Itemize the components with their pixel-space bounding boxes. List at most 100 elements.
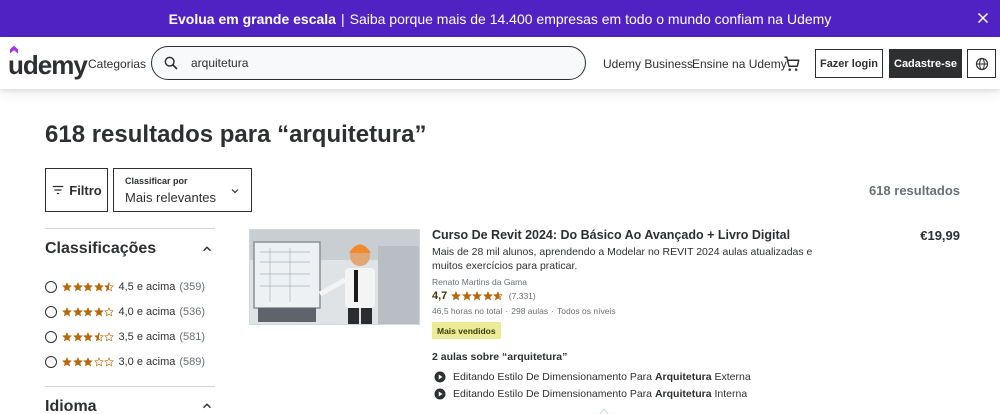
course-thumbnail[interactable]	[249, 229, 420, 325]
rating-filter-count: (581)	[179, 331, 206, 343]
rating-stars	[62, 307, 115, 317]
radio-button[interactable]	[45, 306, 57, 318]
course-description: Mais de 28 mil alunos, aprendendo a Mode…	[432, 246, 813, 272]
star-empty-icon	[93, 357, 104, 367]
star-half-icon	[93, 332, 104, 342]
rating-filter-label: 4,5 e acima	[118, 281, 176, 293]
star-empty-icon	[104, 332, 114, 342]
star-full-icon	[72, 282, 83, 292]
lesson-item[interactable]: Editando Estilo De Dimensionamento Para …	[434, 371, 751, 383]
sidebar-divider	[45, 228, 215, 229]
language-button[interactable]	[967, 49, 996, 78]
star-full-icon	[62, 307, 72, 317]
star-full-icon	[72, 332, 83, 342]
rating-number: 4,7	[432, 290, 448, 302]
star-empty-icon	[104, 357, 114, 367]
star-full-icon	[72, 357, 83, 367]
sidebar-divider	[45, 386, 215, 387]
star-full-icon	[83, 357, 93, 367]
course-rating: 4,7 (7.331)	[432, 290, 536, 302]
rating-filter-option[interactable]: 3,5 e acima (581)	[45, 329, 205, 345]
language-heading[interactable]: Idioma	[45, 398, 97, 414]
chevron-up-icon[interactable]	[200, 242, 214, 256]
radio-button[interactable]	[45, 356, 57, 368]
teach-link[interactable]: Ensine na Udemy	[692, 57, 787, 71]
star-empty-icon	[104, 307, 114, 317]
udemy-business-link[interactable]: Udemy Business	[603, 57, 693, 71]
star-full-icon	[83, 332, 93, 342]
course-image	[250, 230, 419, 324]
rating-filter-label: 4,0 e acima	[118, 306, 176, 318]
play-icon	[434, 388, 446, 400]
signup-button[interactable]: Cadastre-se	[889, 49, 962, 78]
logo-text: udemy	[8, 50, 88, 80]
radio-button[interactable]	[45, 331, 57, 343]
star-full-icon	[93, 282, 104, 292]
lesson-keyword: Arquitetura	[654, 388, 712, 400]
course-instructor: Renato Martins da Gama	[432, 277, 527, 287]
top-header: udemy Categorias Udemy Business Ensine n…	[0, 37, 1000, 89]
course-hours: 46,5 horas no total	[432, 306, 503, 316]
star-full-icon	[451, 291, 462, 301]
lesson-text: Editando Estilo De Dimensionamento Para	[453, 388, 653, 400]
course-price: €19,99	[920, 228, 960, 243]
lesson-suffix: Externa	[714, 371, 751, 383]
lesson-suffix: Interna	[714, 388, 748, 400]
rating-filter-option[interactable]: 4,5 e acima (359)	[45, 279, 205, 295]
sort-label: Classificar por	[125, 176, 188, 186]
star-full-icon	[62, 332, 72, 342]
rating-stars	[62, 332, 115, 342]
rating-filter-count: (589)	[179, 356, 206, 368]
rating-filter-count: (359)	[179, 281, 206, 293]
logo-mark-icon	[10, 45, 18, 54]
page-title: 618 resultados para “arquitetura”	[45, 121, 427, 148]
star-full-icon	[93, 307, 104, 317]
banner-text: Saiba porque mais de 14.400 empresas em …	[349, 10, 832, 27]
star-full-icon	[461, 291, 472, 301]
star-half-icon	[493, 291, 504, 301]
promo-banner[interactable]: Evolua em grande escala | Saiba porque m…	[0, 0, 1000, 37]
star-full-icon	[72, 307, 83, 317]
cart-icon[interactable]	[783, 55, 801, 73]
chevron-down-icon	[231, 189, 239, 194]
sort-value: Mais relevantes	[125, 190, 217, 205]
popup-arrow	[599, 408, 609, 414]
play-icon	[434, 371, 446, 383]
rating-filter-option[interactable]: 3,0 e acima (589)	[45, 354, 205, 370]
chevron-up-icon[interactable]	[200, 399, 214, 413]
star-half-icon	[104, 282, 114, 292]
login-button[interactable]: Fazer login	[815, 49, 883, 78]
star-full-icon	[482, 291, 493, 301]
sort-select[interactable]: Classificar por Mais relevantes	[113, 168, 252, 212]
ratings-heading[interactable]: Classificações	[45, 240, 156, 258]
result-count: 618 resultados	[868, 183, 960, 198]
star-full-icon	[472, 291, 483, 301]
star-full-icon	[62, 282, 72, 292]
search-icon[interactable]	[163, 55, 179, 71]
rating-stars	[62, 357, 115, 367]
banner-separator: |	[340, 10, 345, 27]
radio-button[interactable]	[45, 281, 57, 293]
udemy-logo[interactable]: udemy	[8, 45, 88, 81]
rating-filter-count: (536)	[179, 306, 206, 318]
star-full-icon	[62, 357, 72, 367]
lesson-text: Editando Estilo De Dimensionamento Para	[453, 371, 653, 383]
filter-icon	[53, 185, 64, 195]
rating-filter-label: 3,5 e acima	[118, 331, 176, 343]
filter-button[interactable]: Filtro	[45, 168, 108, 212]
close-icon[interactable]	[974, 9, 992, 27]
bestseller-badge: Mais vendidos	[432, 322, 501, 339]
lesson-item[interactable]: Editando Estilo De Dimensionamento Para …	[434, 388, 747, 400]
star-full-icon	[83, 282, 93, 292]
banner-bold-text: Evolua em grande escala	[168, 10, 336, 27]
lesson-keyword: Arquitetura	[654, 371, 712, 383]
categories-link[interactable]: Categorias	[88, 57, 146, 71]
rating-filter-label: 3,0 e acima	[118, 356, 176, 368]
rating-filter-option[interactable]: 4,0 e acima (536)	[45, 304, 205, 320]
search-input[interactable]	[191, 56, 571, 70]
search-bar[interactable]	[151, 46, 586, 80]
lessons-heading: 2 aulas sobre “arquitetura”	[432, 351, 568, 363]
globe-icon	[975, 57, 988, 70]
course-title[interactable]: Curso De Revit 2024: Do Básico Ao Avança…	[432, 228, 790, 242]
rating-stars	[451, 291, 504, 301]
